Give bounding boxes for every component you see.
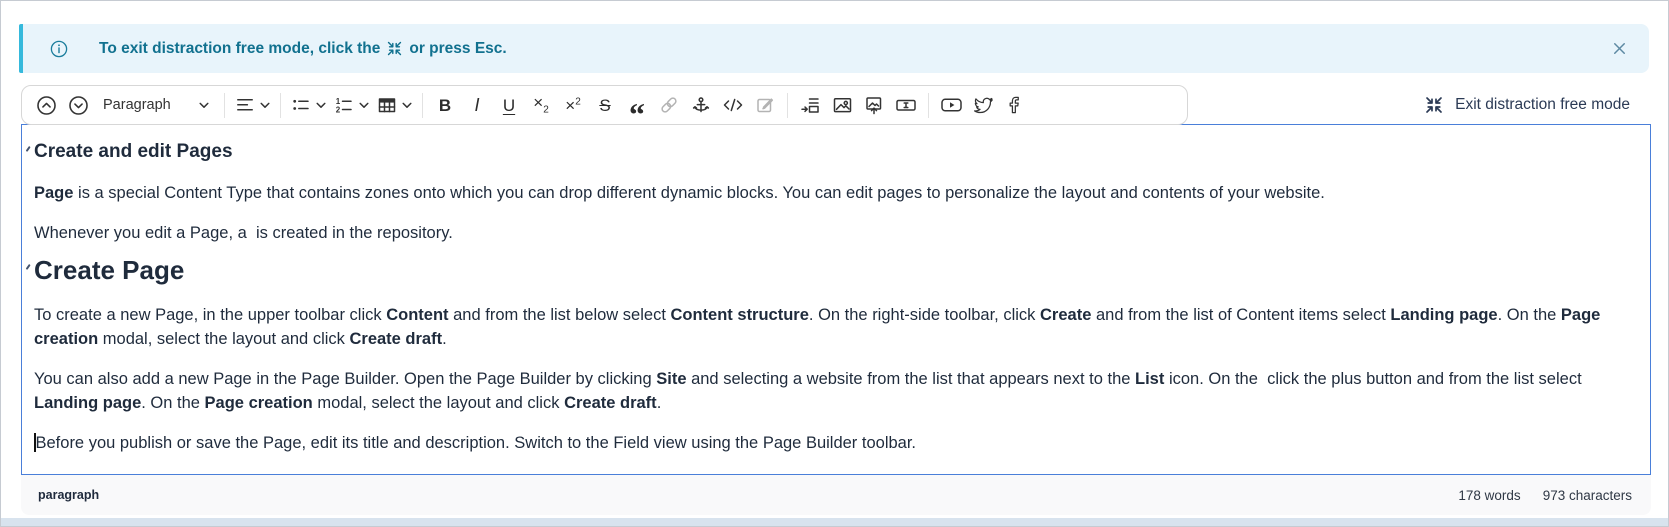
exit-distraction-free-button[interactable]: Exit distraction free mode — [1418, 85, 1636, 125]
notification-banner: To exit distraction free mode, click the… — [19, 24, 1649, 73]
table-icon — [377, 95, 397, 115]
text-field-button[interactable] — [891, 90, 921, 120]
notification-text: To exit distraction free mode, click the… — [99, 40, 507, 58]
strikethrough-button[interactable]: S — [590, 90, 620, 120]
text-field-icon — [895, 95, 917, 115]
paragraph-before-publish[interactable]: Before you publish or save the Page, edi… — [34, 431, 1634, 455]
underline-icon: U — [503, 97, 515, 114]
notification-text-after: or press Esc. — [409, 40, 506, 58]
character-count: 973 characters — [1543, 488, 1632, 503]
toolbar-divider — [280, 93, 281, 118]
chevron-down-icon — [260, 102, 270, 109]
twitter-embed-button[interactable] — [968, 90, 998, 120]
link-button[interactable] — [654, 90, 684, 120]
close-notification-button[interactable] — [1606, 35, 1633, 62]
link-icon — [659, 95, 679, 115]
italic-icon: I — [474, 96, 479, 114]
circle-chevron-up-icon — [36, 95, 57, 116]
underline-button[interactable]: U — [494, 90, 524, 120]
edit-box-icon — [755, 95, 775, 115]
chevron-down-icon — [316, 102, 326, 109]
paragraph-style-dropdown[interactable]: Paragraph — [95, 90, 217, 120]
notification-text-before: To exit distraction free mode, click the — [99, 40, 380, 58]
next-block-button[interactable] — [63, 90, 93, 120]
code-icon — [722, 95, 744, 115]
circle-chevron-down-icon — [68, 95, 89, 116]
numbered-list-icon: 1 2 — [334, 95, 354, 115]
heading-text: Create Page — [34, 255, 184, 285]
heading-marker — [26, 146, 31, 152]
element-path-label: paragraph — [38, 488, 99, 502]
insert-table-dropdown[interactable] — [374, 90, 415, 120]
counters: 178 words 973 characters — [1458, 488, 1632, 503]
numbered-list-dropdown[interactable]: 1 2 — [331, 90, 372, 120]
facebook-icon — [1005, 95, 1025, 115]
italic-button[interactable]: I — [462, 90, 492, 120]
paragraph-page-builder[interactable]: You can also add a new Page in the Page … — [34, 367, 1634, 415]
chevron-down-icon — [359, 102, 369, 109]
align-left-icon — [235, 95, 255, 115]
image-icon — [832, 95, 853, 115]
bulleted-list-icon — [291, 95, 311, 115]
superscript-icon: ×2 — [565, 97, 581, 114]
youtube-icon — [940, 95, 963, 115]
heading-text: Create and edit Pages — [34, 141, 233, 162]
bulleted-list-dropdown[interactable] — [288, 90, 329, 120]
status-bar: paragraph 178 words 973 characters — [21, 475, 1651, 515]
block-quote-button[interactable]: “ — [622, 90, 652, 120]
subscript-button[interactable]: ×2 — [526, 90, 556, 120]
toolbar-divider — [928, 93, 929, 118]
bold-button[interactable]: B — [430, 90, 460, 120]
compress-icon — [1424, 95, 1444, 115]
heading-create-and-edit-pages[interactable]: Create and edit Pages — [34, 139, 1634, 165]
source-code-button[interactable] — [718, 90, 748, 120]
toolbar-divider — [787, 93, 788, 118]
paragraph-text: Before you publish or save the Page, edi… — [36, 434, 917, 452]
exit-distraction-free-label: Exit distraction free mode — [1455, 96, 1630, 114]
compress-icon — [386, 40, 403, 57]
paragraph-page-description[interactable]: Page is a special Content Type that cont… — [34, 181, 1634, 205]
text-alignment-dropdown[interactable] — [232, 90, 273, 120]
info-icon — [49, 39, 69, 59]
paragraph-whenever-edit[interactable]: Whenever you edit a Page, a is created i… — [34, 221, 1634, 245]
superscript-button[interactable]: ×2 — [558, 90, 588, 120]
paragraph-style-value: Paragraph — [103, 97, 171, 113]
block-quote-icon: “ — [629, 110, 645, 118]
youtube-embed-button[interactable] — [936, 90, 966, 120]
close-icon — [1610, 39, 1629, 58]
twitter-icon — [973, 95, 994, 115]
bold-icon: B — [439, 97, 451, 114]
editor-toolbar: Paragraph 1 2 B I U ×2 — [21, 85, 1188, 125]
chevron-down-icon — [402, 102, 412, 109]
insert-block-icon — [800, 95, 821, 115]
editor-content-area[interactable]: Create and edit Pages Page is a special … — [21, 124, 1651, 475]
edit-source-button[interactable] — [750, 90, 780, 120]
anchor-icon — [691, 95, 711, 115]
svg-text:2: 2 — [336, 106, 341, 115]
insert-content-block-button[interactable] — [795, 90, 825, 120]
subscript-icon: ×2 — [533, 94, 549, 115]
upload-image-button[interactable] — [859, 90, 889, 120]
heading-create-page[interactable]: Create Page — [34, 253, 1634, 287]
facebook-embed-button[interactable] — [1000, 90, 1030, 120]
chevron-down-icon — [199, 102, 209, 109]
page-background-strip — [1, 518, 1668, 526]
toolbar-divider — [224, 93, 225, 118]
image-upload-icon — [864, 95, 885, 115]
heading-marker — [26, 264, 31, 270]
anchor-button[interactable] — [686, 90, 716, 120]
toolbar-divider — [422, 93, 423, 118]
previous-block-button[interactable] — [31, 90, 61, 120]
insert-image-button[interactable] — [827, 90, 857, 120]
word-count: 178 words — [1458, 488, 1520, 503]
strikethrough-icon: S — [599, 97, 610, 114]
paragraph-create-new-page[interactable]: To create a new Page, in the upper toolb… — [34, 303, 1634, 351]
